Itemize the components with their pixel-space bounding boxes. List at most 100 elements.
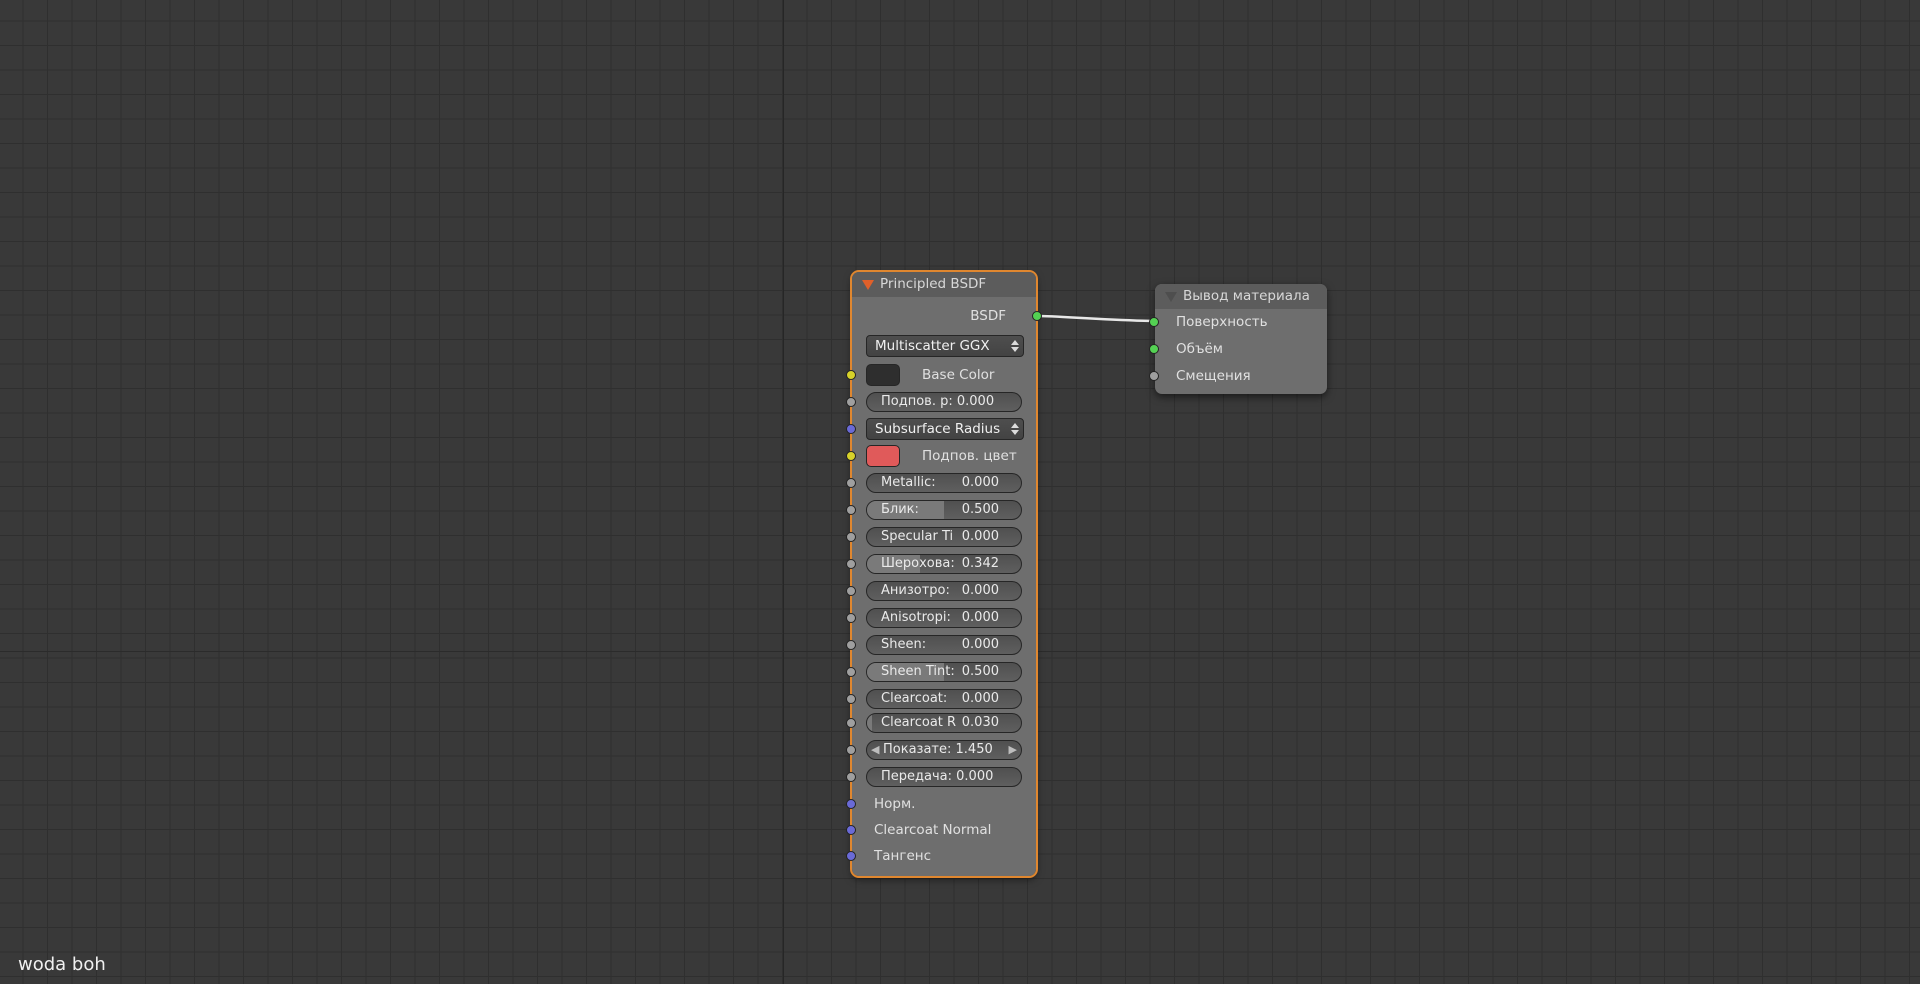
sheen-slider[interactable]: Sheen: 0.000 [866, 635, 1022, 655]
clearcoat-roughness-slider[interactable]: Clearcoat R 0.030 [866, 713, 1022, 733]
clearcoat-socket[interactable] [846, 694, 856, 704]
metallic-label: Metallic: [881, 475, 936, 490]
subsurface-field[interactable]: Подпов. р: 0.000 [866, 392, 1022, 412]
metallic-socket[interactable] [846, 478, 856, 488]
roughness-slider[interactable]: Шерохова: 0.342 [866, 554, 1022, 574]
principled-bsdf-header[interactable]: Principled BSDF [852, 272, 1036, 297]
subsurface-color-socket[interactable] [846, 451, 856, 461]
distribution-value: Multiscatter GGX [875, 338, 990, 354]
surface-socket[interactable] [1149, 317, 1159, 327]
sheen-tint-label: Sheen Tint: [881, 664, 955, 679]
clearcoat-label: Clearcoat: [881, 691, 948, 706]
anisotropic-value: 0.000 [961, 583, 999, 598]
material-output-node[interactable]: Вывод материала Поверхность Объём Смещен… [1149, 284, 1327, 394]
clearcoat-roughness-socket[interactable] [846, 718, 856, 728]
roughness-row: Шерохова: 0.342 [846, 553, 1036, 575]
clearcoat-normal-label: Clearcoat Normal [874, 822, 992, 838]
bsdf-output-socket[interactable] [1032, 311, 1042, 321]
subsurface-row: Подпов. р: 0.000 [846, 391, 1036, 413]
surface-label: Поверхность [1176, 314, 1268, 330]
clearcoat-value: 0.000 [961, 691, 999, 706]
transmission-socket[interactable] [846, 772, 856, 782]
tangent-socket[interactable] [846, 851, 856, 861]
subsurface-socket[interactable] [846, 397, 856, 407]
tangent-row: Тангенс [846, 845, 1036, 867]
ior-number-field[interactable]: ◀ Показате: 1.450 ▶ [866, 740, 1022, 760]
normal-label: Норм. [874, 796, 916, 812]
subsurface-radius-socket[interactable] [846, 424, 856, 434]
sheen-label: Sheen: [881, 637, 927, 652]
sheen-tint-slider[interactable]: Sheen Tint: 0.500 [866, 662, 1022, 682]
clearcoat-row: Clearcoat: 0.000 [846, 688, 1036, 710]
surface-row: Поверхность [1149, 311, 1327, 333]
specular-slider[interactable]: Блик: 0.500 [866, 500, 1022, 520]
material-output-header[interactable]: Вывод материала [1155, 284, 1327, 309]
specular-tint-slider[interactable]: Specular Ti 0.000 [866, 527, 1022, 547]
transmission-row: Передача: 0.000 [846, 766, 1036, 788]
anisotropic-rotation-slider[interactable]: Anisotropi: 0.000 [866, 608, 1022, 628]
ior-text: Показате: 1.450 [883, 742, 993, 757]
displacement-socket[interactable] [1149, 371, 1159, 381]
anisotropic-label: Анизотро: [881, 583, 950, 598]
distribution-row: Multiscatter GGX [852, 335, 1036, 357]
principled-bsdf-node[interactable]: Principled BSDF BSDF Multiscatter GGX Ba… [846, 270, 1042, 878]
sheen-tint-value: 0.500 [961, 664, 999, 679]
metallic-slider[interactable]: Metallic: 0.000 [866, 473, 1022, 493]
base-color-label: Base Color [922, 367, 995, 383]
base-color-row: Base Color [846, 364, 1036, 386]
clearcoat-slider[interactable]: Clearcoat: 0.000 [866, 689, 1022, 709]
anisotropic-rotation-value: 0.000 [961, 610, 999, 625]
subsurface-radius-row: Subsurface Radius [846, 418, 1036, 440]
specular-tint-row: Specular Ti 0.000 [846, 526, 1036, 548]
sheen-tint-socket[interactable] [846, 667, 856, 677]
clearcoat-roughness-row: Clearcoat R 0.030 [846, 712, 1036, 734]
node-editor-canvas[interactable]: Principled BSDF BSDF Multiscatter GGX Ba… [0, 0, 1920, 984]
subsurface-radius-dropdown[interactable]: Subsurface Radius [866, 418, 1024, 440]
link-bsdf-to-surface[interactable] [1036, 314, 1155, 323]
increment-arrow-icon[interactable]: ▶ [1009, 741, 1017, 759]
subsurface-color-swatch[interactable] [866, 445, 900, 467]
transmission-text: Передача: 0.000 [881, 769, 994, 784]
clearcoat-normal-socket[interactable] [846, 825, 856, 835]
specular-label: Блик: [881, 502, 919, 517]
base-color-swatch[interactable] [866, 364, 900, 386]
specular-tint-label: Specular Ti [881, 529, 954, 544]
sheen-tint-row: Sheen Tint: 0.500 [846, 661, 1036, 683]
anisotropic-rotation-socket[interactable] [846, 613, 856, 623]
node-title: Вывод материала [1183, 288, 1310, 304]
specular-tint-value: 0.000 [961, 529, 999, 544]
specular-value: 0.500 [961, 502, 999, 517]
volume-row: Объём [1149, 338, 1327, 360]
specular-socket[interactable] [846, 505, 856, 515]
collapse-arrow-icon[interactable] [1165, 292, 1177, 302]
volume-socket[interactable] [1149, 344, 1159, 354]
displacement-row: Смещения [1149, 365, 1327, 387]
specular-tint-socket[interactable] [846, 532, 856, 542]
volume-label: Объём [1176, 341, 1223, 357]
output-bsdf-label: BSDF [970, 308, 1006, 324]
sheen-socket[interactable] [846, 640, 856, 650]
decrement-arrow-icon[interactable]: ◀ [871, 741, 879, 759]
normal-socket[interactable] [846, 799, 856, 809]
collapse-arrow-icon[interactable] [862, 280, 874, 290]
clearcoat-normal-row: Clearcoat Normal [846, 819, 1036, 841]
anisotropic-slider[interactable]: Анизотро: 0.000 [866, 581, 1022, 601]
metallic-row: Metallic: 0.000 [846, 472, 1036, 494]
subsurface-color-label: Подпов. цвет [922, 448, 1017, 464]
clearcoat-roughness-fill [867, 714, 872, 732]
output-bsdf-row: BSDF [852, 305, 1042, 327]
ior-row: ◀ Показате: 1.450 ▶ [846, 739, 1036, 761]
ior-socket[interactable] [846, 745, 856, 755]
metallic-value: 0.000 [961, 475, 999, 490]
updown-arrows-icon [1011, 338, 1019, 354]
subsurface-color-row: Подпов. цвет [846, 445, 1036, 467]
transmission-field[interactable]: Передача: 0.000 [866, 767, 1022, 787]
anisotropic-socket[interactable] [846, 586, 856, 596]
base-color-socket[interactable] [846, 370, 856, 380]
sheen-value: 0.000 [961, 637, 999, 652]
tangent-label: Тангенс [874, 848, 931, 864]
displacement-label: Смещения [1176, 368, 1251, 384]
roughness-value: 0.342 [961, 556, 999, 571]
distribution-dropdown[interactable]: Multiscatter GGX [866, 335, 1024, 357]
roughness-socket[interactable] [846, 559, 856, 569]
